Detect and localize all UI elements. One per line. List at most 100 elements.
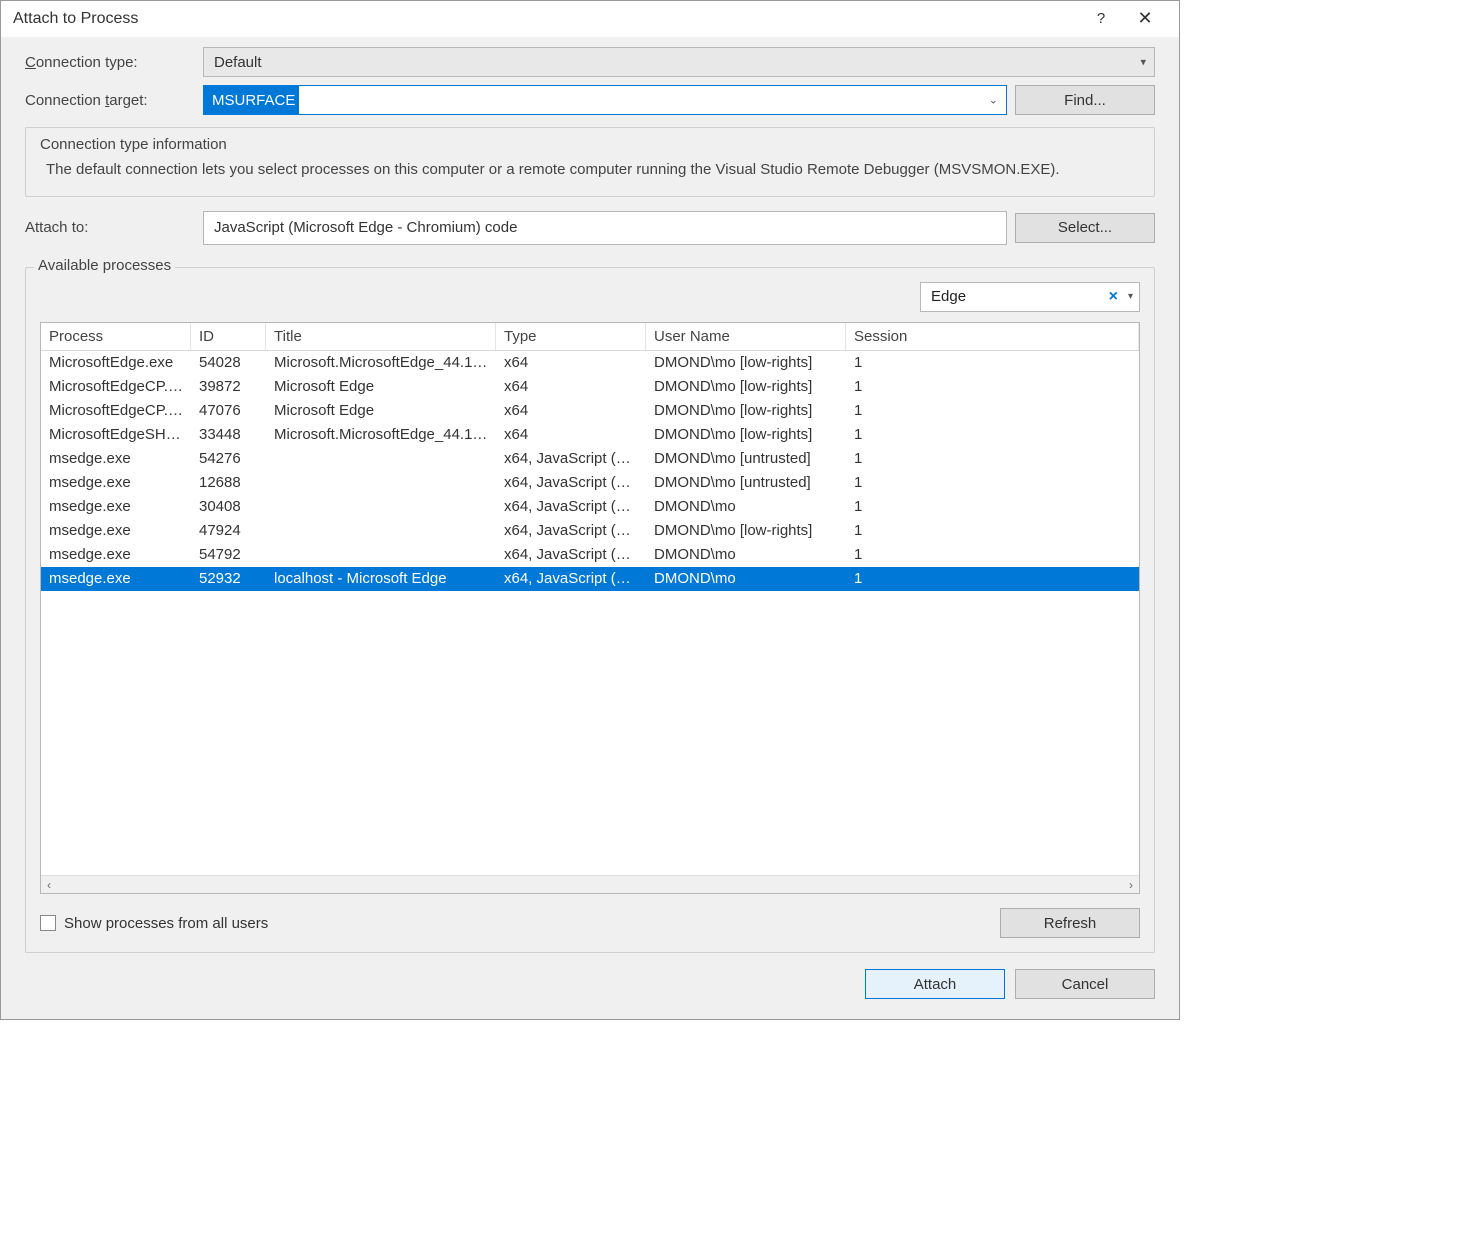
cell: 54792 <box>191 546 266 563</box>
cell: 1 <box>846 426 1139 443</box>
cancel-button[interactable]: Cancel <box>1015 969 1155 999</box>
cell: DMOND\mo [low-rights] <box>646 402 846 419</box>
cell: msedge.exe <box>41 522 191 539</box>
cell: 47924 <box>191 522 266 539</box>
cell: Microsoft.MicrosoftEdge_44.1836... <box>266 354 496 371</box>
cell: 52932 <box>191 570 266 587</box>
connection-target-input[interactable]: MSURFACE ⌄ <box>203 85 1007 115</box>
cell: x64, JavaScript (Micr... <box>496 570 646 587</box>
chevron-down-icon: ⌄ <box>989 94 998 107</box>
grid-header: Process ID Title Type User Name Session <box>41 323 1139 351</box>
cell: DMOND\mo <box>646 546 846 563</box>
table-row[interactable]: msedge.exe52932localhost - Microsoft Edg… <box>41 567 1139 591</box>
col-id[interactable]: ID <box>191 323 266 350</box>
grid-body: MicrosoftEdge.exe54028Microsoft.Microsof… <box>41 351 1139 876</box>
cell: msedge.exe <box>41 474 191 491</box>
cell: 1 <box>846 402 1139 419</box>
cell: x64, JavaScript (Micr... <box>496 474 646 491</box>
cell: 39872 <box>191 378 266 395</box>
cell: 1 <box>846 546 1139 563</box>
cell: Microsoft Edge <box>266 378 496 395</box>
cell: MicrosoftEdgeSH.exe <box>41 426 191 443</box>
cell: 30408 <box>191 498 266 515</box>
filter-input[interactable]: Edge × ▾ <box>920 282 1140 312</box>
checkbox-icon <box>40 915 56 931</box>
cell: DMOND\mo <box>646 498 846 515</box>
attach-button[interactable]: Attach <box>865 969 1005 999</box>
cell: x64, JavaScript (Micr... <box>496 450 646 467</box>
cell: DMOND\mo [low-rights] <box>646 522 846 539</box>
cell: MicrosoftEdge.exe <box>41 354 191 371</box>
cell: x64, JavaScript (Micr... <box>496 546 646 563</box>
col-user[interactable]: User Name <box>646 323 846 350</box>
cell: 1 <box>846 498 1139 515</box>
cell: x64, JavaScript (Micr... <box>496 498 646 515</box>
clear-filter-icon[interactable]: × <box>1103 288 1124 306</box>
find-button[interactable]: Find... <box>1015 85 1155 115</box>
connection-type-label: Connection type: <box>25 54 195 71</box>
cell: x64 <box>496 378 646 395</box>
connection-type-combo[interactable]: Default ▾ <box>203 47 1155 77</box>
table-row[interactable]: msedge.exe54276 x64, JavaScript (Micr...D… <box>41 447 1139 471</box>
close-icon[interactable]: ✕ <box>1123 3 1167 35</box>
scroll-right-icon[interactable]: › <box>1129 878 1133 892</box>
horizontal-scrollbar[interactable]: ‹ › <box>41 875 1139 893</box>
cell: x64, JavaScript (Micr... <box>496 522 646 539</box>
table-row[interactable]: MicrosoftEdgeCP.exe39872Microsoft Edgex6… <box>41 375 1139 399</box>
col-session[interactable]: Session <box>846 323 1139 350</box>
cell: Microsoft Edge <box>266 402 496 419</box>
refresh-button[interactable]: Refresh <box>1000 908 1140 938</box>
cell: MicrosoftEdgeCP.exe <box>41 402 191 419</box>
process-grid[interactable]: Process ID Title Type User Name Session … <box>40 322 1140 895</box>
attach-to-label: Attach to: <box>25 219 195 236</box>
col-type[interactable]: Type <box>496 323 646 350</box>
table-row[interactable]: msedge.exe47924 x64, JavaScript (Micr...D… <box>41 519 1139 543</box>
cell: 1 <box>846 354 1139 371</box>
show-all-users-label: Show processes from all users <box>64 915 268 932</box>
chevron-down-icon[interactable]: ▾ <box>1124 291 1133 302</box>
col-title[interactable]: Title <box>266 323 496 350</box>
dialog-title: Attach to Process <box>13 10 1079 28</box>
scroll-left-icon[interactable]: ‹ <box>47 878 51 892</box>
cell: 33448 <box>191 426 266 443</box>
col-process[interactable]: Process <box>41 323 191 350</box>
help-icon[interactable]: ? <box>1079 3 1123 35</box>
select-button[interactable]: Select... <box>1015 213 1155 243</box>
cell: msedge.exe <box>41 570 191 587</box>
cell: 1 <box>846 378 1139 395</box>
available-processes-label: Available processes <box>38 257 171 274</box>
cell: DMOND\mo [low-rights] <box>646 426 846 443</box>
table-row[interactable]: MicrosoftEdgeSH.exe33448Microsoft.Micros… <box>41 423 1139 447</box>
cell: 1 <box>846 570 1139 587</box>
cell: x64 <box>496 426 646 443</box>
cell: 1 <box>846 474 1139 491</box>
cell: msedge.exe <box>41 546 191 563</box>
cell: Microsoft.MicrosoftEdge_44.1836... <box>266 426 496 443</box>
cell: x64 <box>496 354 646 371</box>
titlebar: Attach to Process ? ✕ <box>1 1 1179 37</box>
cell: localhost - Microsoft Edge <box>266 570 496 587</box>
cell: 1 <box>846 450 1139 467</box>
dialog-body: Connection type: Default ▾ Connection ta… <box>1 37 1179 953</box>
cell: 12688 <box>191 474 266 491</box>
cell: 54028 <box>191 354 266 371</box>
connection-info-title: Connection type information <box>40 136 1140 153</box>
cell: msedge.exe <box>41 450 191 467</box>
dialog-actions: Attach Cancel <box>1 953 1179 1019</box>
cell: 54276 <box>191 450 266 467</box>
connection-info-text: The default connection lets you select p… <box>40 159 1140 182</box>
table-row[interactable]: MicrosoftEdgeCP.exe47076Microsoft Edgex6… <box>41 399 1139 423</box>
table-row[interactable]: MicrosoftEdge.exe54028Microsoft.Microsof… <box>41 351 1139 375</box>
show-all-users-checkbox[interactable]: Show processes from all users <box>40 915 268 932</box>
connection-type-value: Default <box>214 54 262 71</box>
cell: MicrosoftEdgeCP.exe <box>41 378 191 395</box>
chevron-down-icon: ▾ <box>1140 56 1146 69</box>
cell: DMOND\mo [untrusted] <box>646 450 846 467</box>
connection-info-group: Connection type information The default … <box>25 127 1155 197</box>
cell: DMOND\mo [low-rights] <box>646 354 846 371</box>
table-row[interactable]: msedge.exe54792 x64, JavaScript (Micr...D… <box>41 543 1139 567</box>
cell: DMOND\mo [low-rights] <box>646 378 846 395</box>
table-row[interactable]: msedge.exe12688x64, JavaScript (Micr...D… <box>41 471 1139 495</box>
attach-to-process-dialog: Attach to Process ? ✕ Connection type: D… <box>0 0 1180 1020</box>
table-row[interactable]: msedge.exe30408x64, JavaScript (Micr...D… <box>41 495 1139 519</box>
